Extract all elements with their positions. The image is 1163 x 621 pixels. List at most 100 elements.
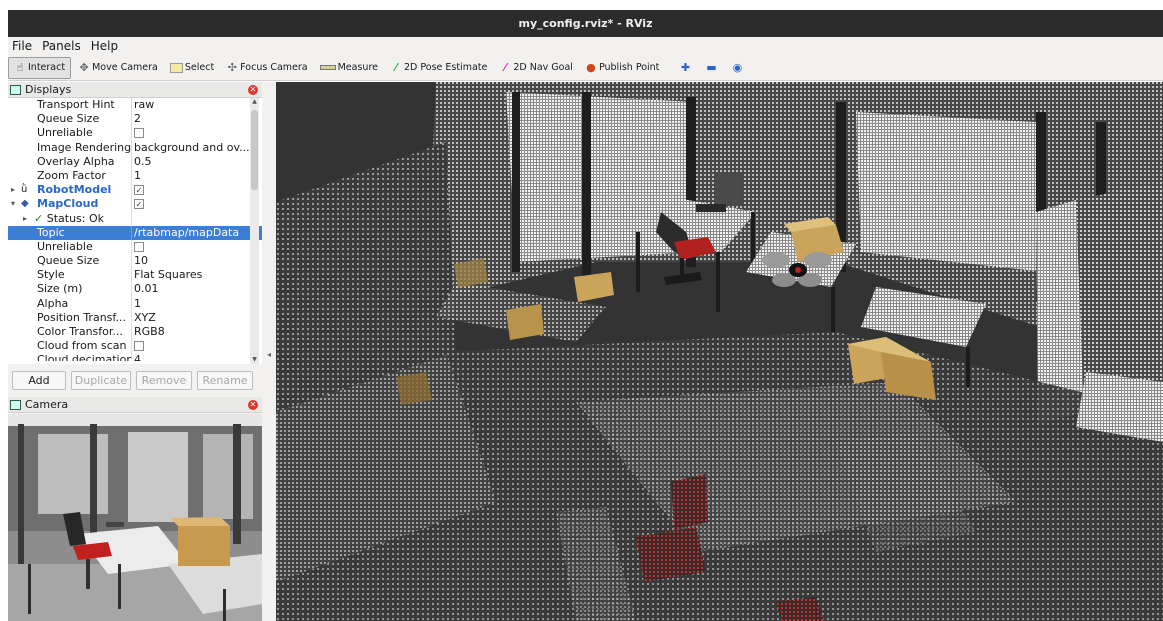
displays-panel-header: Displays ✕ xyxy=(8,82,262,98)
property-row[interactable]: Cloud from scan xyxy=(8,339,262,354)
topic-value[interactable]: /rtabmap/mapData xyxy=(134,226,250,240)
collapse-left-arrow-icon[interactable]: ◂ xyxy=(267,350,271,359)
property-value[interactable]: 2 xyxy=(134,112,250,126)
property-name: Cloud decimation xyxy=(37,353,132,362)
nav-goal-tool-button[interactable]: ⁄ 2D Nav Goal xyxy=(494,57,578,79)
property-name: Alpha xyxy=(37,296,69,310)
scrollbar-thumb[interactable] xyxy=(251,110,258,190)
menu-panels[interactable]: Panels xyxy=(42,39,81,53)
render-3d-viewport[interactable] xyxy=(276,82,1163,621)
point-cloud-scene xyxy=(276,82,1163,621)
property-row[interactable]: Image Rendering background and ov... xyxy=(8,140,262,155)
select-box-icon xyxy=(169,62,183,73)
move-arrows-icon: ✥ xyxy=(79,60,89,74)
property-row[interactable]: Alpha 1 xyxy=(8,296,262,311)
scroll-up-icon[interactable]: ▲ xyxy=(250,98,259,106)
expand-arrow-icon[interactable]: ▸ xyxy=(23,212,27,226)
move-camera-tool-button[interactable]: ✥ Move Camera xyxy=(73,57,163,79)
unreliable-checkbox[interactable] xyxy=(134,128,144,139)
display-mapcloud[interactable]: ▾ ◆ MapCloud ✓ xyxy=(8,197,262,212)
property-row[interactable]: Queue Size 10 xyxy=(8,254,262,269)
property-value[interactable]: XYZ xyxy=(134,311,250,325)
check-icon: ✓ xyxy=(34,211,44,225)
mapcloud-enabled-checkbox[interactable]: ✓ xyxy=(134,199,144,210)
property-value[interactable]: 4 xyxy=(134,353,250,361)
dock-splitter[interactable]: ◂ xyxy=(262,82,276,621)
select-tool-button[interactable]: Select xyxy=(165,57,219,79)
publish-point-tool-button[interactable]: ● Publish Point xyxy=(580,57,664,79)
property-row[interactable]: Cloud decimation 4 xyxy=(8,353,262,362)
hand-pointer-icon: ☝ xyxy=(16,60,24,74)
measure-tool-button[interactable]: Measure xyxy=(315,57,383,79)
property-row[interactable]: Position Transf... XYZ xyxy=(8,310,262,325)
property-row[interactable]: Overlay Alpha 0.5 xyxy=(8,154,262,169)
property-row[interactable]: Queue Size 2 xyxy=(8,112,262,127)
displays-tree: Transport Hint raw Queue Size 2 Unreliable… xyxy=(8,98,262,364)
property-name: Cloud from scan xyxy=(37,339,127,353)
property-row[interactable]: Size (m) 0.01 xyxy=(8,282,262,297)
property-row[interactable]: Style Flat Squares xyxy=(8,268,262,283)
displays-scrollbar[interactable]: ▲ ▼ xyxy=(250,98,259,364)
camera-panel-icon xyxy=(10,399,21,410)
display-name: RobotModel xyxy=(37,183,112,197)
property-name: Image Rendering xyxy=(37,140,132,154)
cloud-from-scan-checkbox[interactable] xyxy=(134,341,144,352)
property-value[interactable]: 0.01 xyxy=(134,282,250,296)
plus-cross-icon: ✚ xyxy=(680,60,691,74)
pointcloud-diamond-icon: ◆ xyxy=(21,198,29,210)
property-value[interactable]: background and ov... xyxy=(134,141,250,155)
property-row[interactable]: Transport Hint raw xyxy=(8,98,262,113)
minus-icon: ▬ xyxy=(706,60,717,74)
remove-display-button[interactable]: Remove xyxy=(136,370,192,390)
property-name: Zoom Factor xyxy=(37,168,106,182)
duplicate-display-button[interactable]: Duplicate xyxy=(71,370,131,390)
property-row[interactable]: Color Transfor... RGB8 xyxy=(8,325,262,340)
measure-label: Measure xyxy=(337,62,378,73)
property-value[interactable]: RGB8 xyxy=(134,325,250,339)
property-value[interactable]: Flat Squares xyxy=(134,268,250,282)
property-value[interactable]: 0.5 xyxy=(134,155,250,169)
rename-display-button[interactable]: Rename xyxy=(197,370,253,390)
add-tool-button[interactable]: ✚ xyxy=(674,57,698,79)
left-dock: Displays ✕ Transport Hint raw Queue Size 2… xyxy=(8,82,262,621)
close-icon[interactable]: ✕ xyxy=(248,85,258,95)
robot-model-icon: ǜ xyxy=(21,184,28,196)
property-row[interactable]: Unreliable xyxy=(8,126,262,141)
camera-panel-header: Camera ✕ xyxy=(8,397,262,413)
camera-panel-title: Camera xyxy=(25,398,69,411)
property-value[interactable]: 1 xyxy=(134,297,250,311)
property-name: Overlay Alpha xyxy=(37,154,115,168)
map-pin-icon: ● xyxy=(586,60,596,74)
displays-panel-title: Displays xyxy=(25,83,72,96)
interact-tool-button[interactable]: ☝ Interact xyxy=(8,56,72,79)
eye-icon: ◉ xyxy=(732,60,743,74)
property-row-selected[interactable]: Topic/rtabmap/mapData xyxy=(8,225,262,240)
remove-tool-button[interactable]: ▬ xyxy=(700,57,724,79)
property-value[interactable]: 1 xyxy=(134,169,250,183)
status-row[interactable]: ▸ ✓ Status: Ok xyxy=(8,211,262,226)
robotmodel-enabled-checkbox[interactable]: ✓ xyxy=(134,185,144,196)
property-name: Size (m) xyxy=(37,282,83,296)
view-options-button[interactable]: ◉ xyxy=(726,57,750,79)
menu-file[interactable]: File xyxy=(12,39,32,53)
property-value[interactable]: raw xyxy=(134,98,250,112)
close-icon[interactable]: ✕ xyxy=(248,400,258,410)
scroll-down-icon[interactable]: ▼ xyxy=(250,356,259,364)
property-value[interactable]: 10 xyxy=(134,254,250,268)
camera-scene-image xyxy=(8,414,262,621)
property-row[interactable]: Zoom Factor 1 xyxy=(8,168,262,184)
publish-point-label: Publish Point xyxy=(598,62,660,73)
pose-estimate-tool-button[interactable]: ⁄ 2D Pose Estimate xyxy=(385,57,492,79)
menu-help[interactable]: Help xyxy=(91,39,118,53)
nav-goal-label: 2D Nav Goal xyxy=(513,62,573,73)
focus-camera-tool-button[interactable]: ✣ Focus Camera xyxy=(221,57,312,79)
unreliable-checkbox[interactable] xyxy=(134,241,144,252)
camera-image-view[interactable] xyxy=(8,414,262,621)
property-row[interactable]: Unreliable xyxy=(8,239,262,255)
display-robotmodel[interactable]: ▸ ǜ RobotModel ✓ xyxy=(8,183,262,198)
property-name: Topic xyxy=(37,225,65,239)
expand-arrow-icon[interactable]: ▸ xyxy=(11,183,15,197)
add-display-button[interactable]: Add xyxy=(12,370,66,390)
collapse-arrow-icon[interactable]: ▾ xyxy=(11,197,15,211)
displays-button-row: Add Duplicate Remove Rename xyxy=(8,369,262,391)
